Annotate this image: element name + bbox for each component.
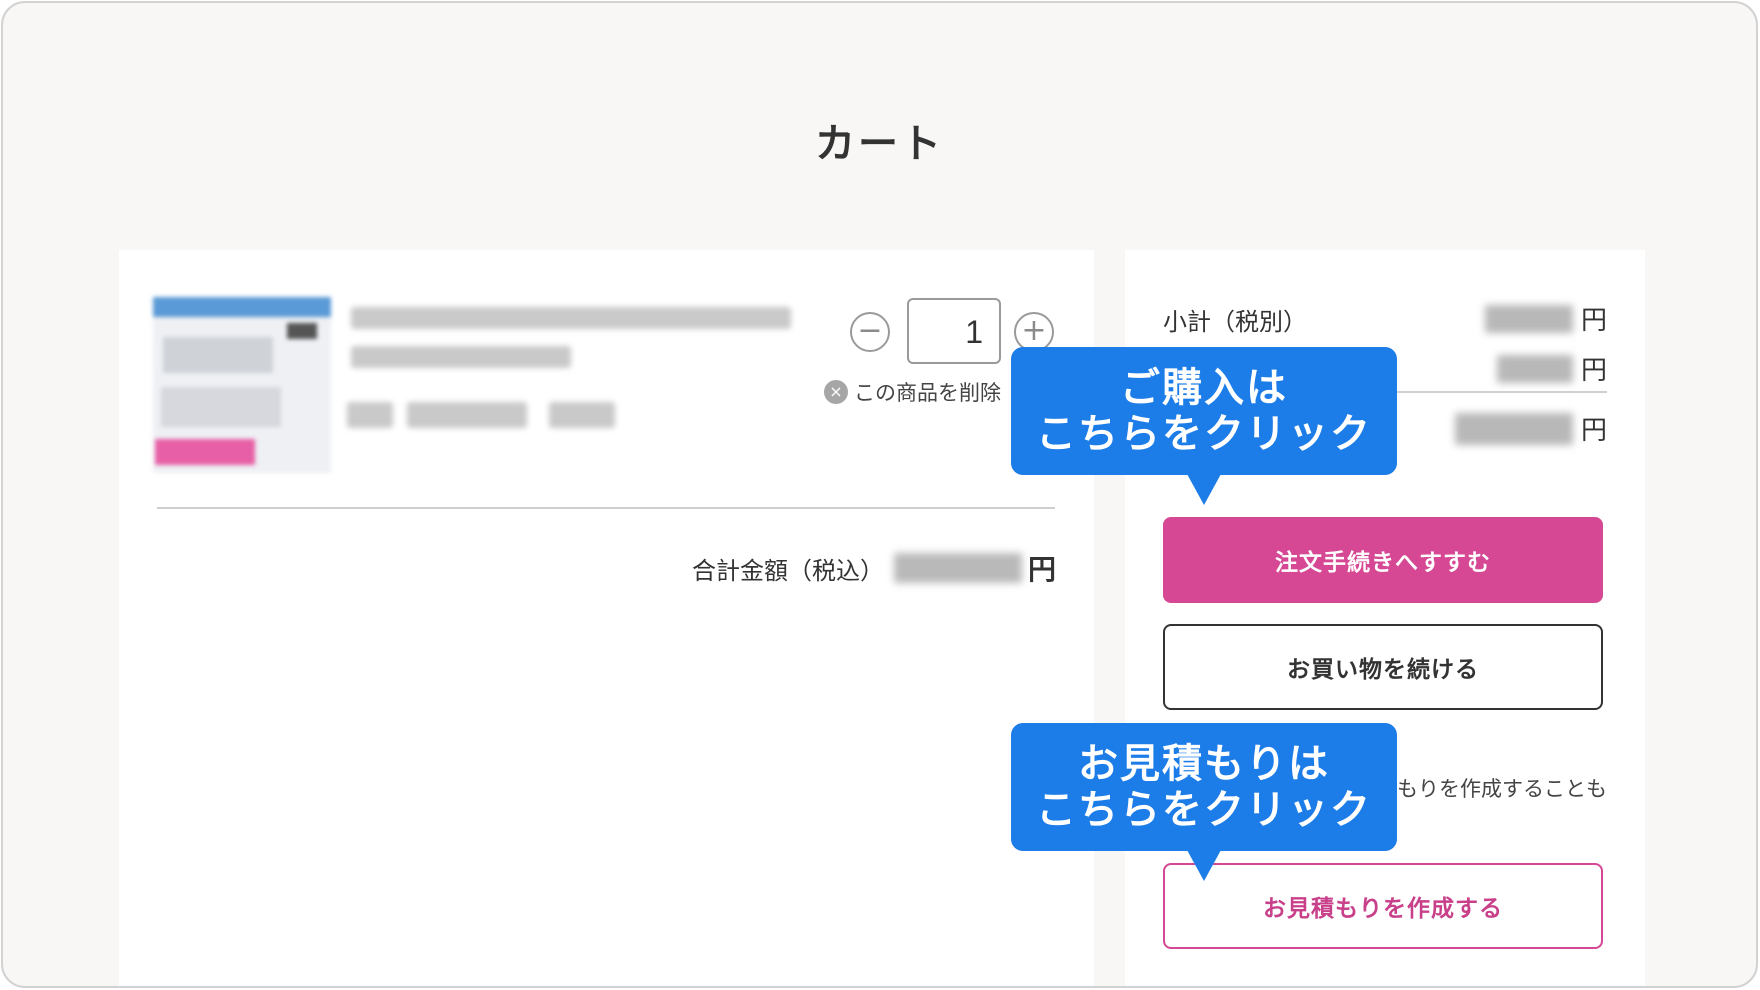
- callout-text-line: ご購入は: [1120, 364, 1288, 411]
- quote-callout: お見積もりは こちらをクリック: [1011, 723, 1397, 881]
- product-name-blurred[interactable]: [351, 307, 791, 329]
- callout-text-line: こちらをクリック: [1036, 787, 1372, 833]
- thumbnail-dark-block: [287, 323, 317, 339]
- cart-total: 合計金額（税込） 円: [692, 548, 1056, 588]
- product-name-blurred[interactable]: [351, 346, 571, 368]
- quote-note-text: もりを作成することも: [1397, 777, 1607, 801]
- remove-item-label: この商品を削除: [854, 381, 1001, 405]
- subtotal-label: 小計（税別）: [1163, 308, 1307, 336]
- thumbnail-header-strip: [153, 297, 331, 317]
- callout-text-line: こちらをクリック: [1036, 411, 1372, 457]
- quantity-input[interactable]: 1: [907, 298, 1001, 364]
- create-quote-button[interactable]: お見積もりを作成する: [1163, 863, 1603, 949]
- thumbnail-content-block: [161, 387, 281, 427]
- cart-items-panel: − 1 + × この商品を削除 合計金額（税込） 円: [119, 250, 1094, 986]
- remove-item-link[interactable]: × この商品を削除: [824, 377, 1001, 407]
- checkout-button[interactable]: 注文手続きへすすむ: [1163, 517, 1603, 603]
- purchase-callout: ご購入は こちらをクリック: [1011, 347, 1397, 505]
- tax-value: 円: [1496, 350, 1607, 387]
- currency-unit: 円: [1027, 553, 1056, 586]
- page-title: カート: [815, 121, 944, 167]
- product-meta-blurred: [549, 402, 615, 428]
- total-value: 円: [1454, 410, 1607, 447]
- currency-unit: 円: [1580, 416, 1607, 446]
- item-divider: [157, 507, 1055, 509]
- currency-unit: 円: [1580, 306, 1607, 336]
- continue-shopping-button[interactable]: お買い物を続ける: [1163, 624, 1603, 710]
- cart-total-amount-blurred: [893, 553, 1022, 583]
- thumbnail-pink-tag: [155, 439, 255, 465]
- product-meta-blurred: [347, 402, 393, 428]
- quantity-increase-button[interactable]: +: [1014, 312, 1054, 352]
- callout-text-line: お見積もりは: [1078, 740, 1330, 787]
- quantity-decrease-button[interactable]: −: [850, 312, 890, 352]
- thumbnail-content-block: [163, 337, 273, 373]
- subtotal-amount-blurred: [1484, 304, 1573, 333]
- total-amount-blurred: [1454, 412, 1573, 445]
- subtotal-value: 円: [1484, 300, 1607, 337]
- product-thumbnail[interactable]: [153, 297, 331, 473]
- subtotal-row: 小計（税別） 円: [1163, 300, 1607, 336]
- screenshot-frame: カート − 1 + × この商品を削除 合計金額（税込） 円 小計（税別） 円 …: [1, 1, 1758, 988]
- close-circle-icon: ×: [824, 380, 848, 404]
- cart-total-label: 合計金額（税込）: [691, 556, 884, 585]
- tax-amount-blurred: [1496, 354, 1573, 383]
- currency-unit: 円: [1580, 356, 1607, 386]
- product-meta-blurred: [407, 402, 527, 428]
